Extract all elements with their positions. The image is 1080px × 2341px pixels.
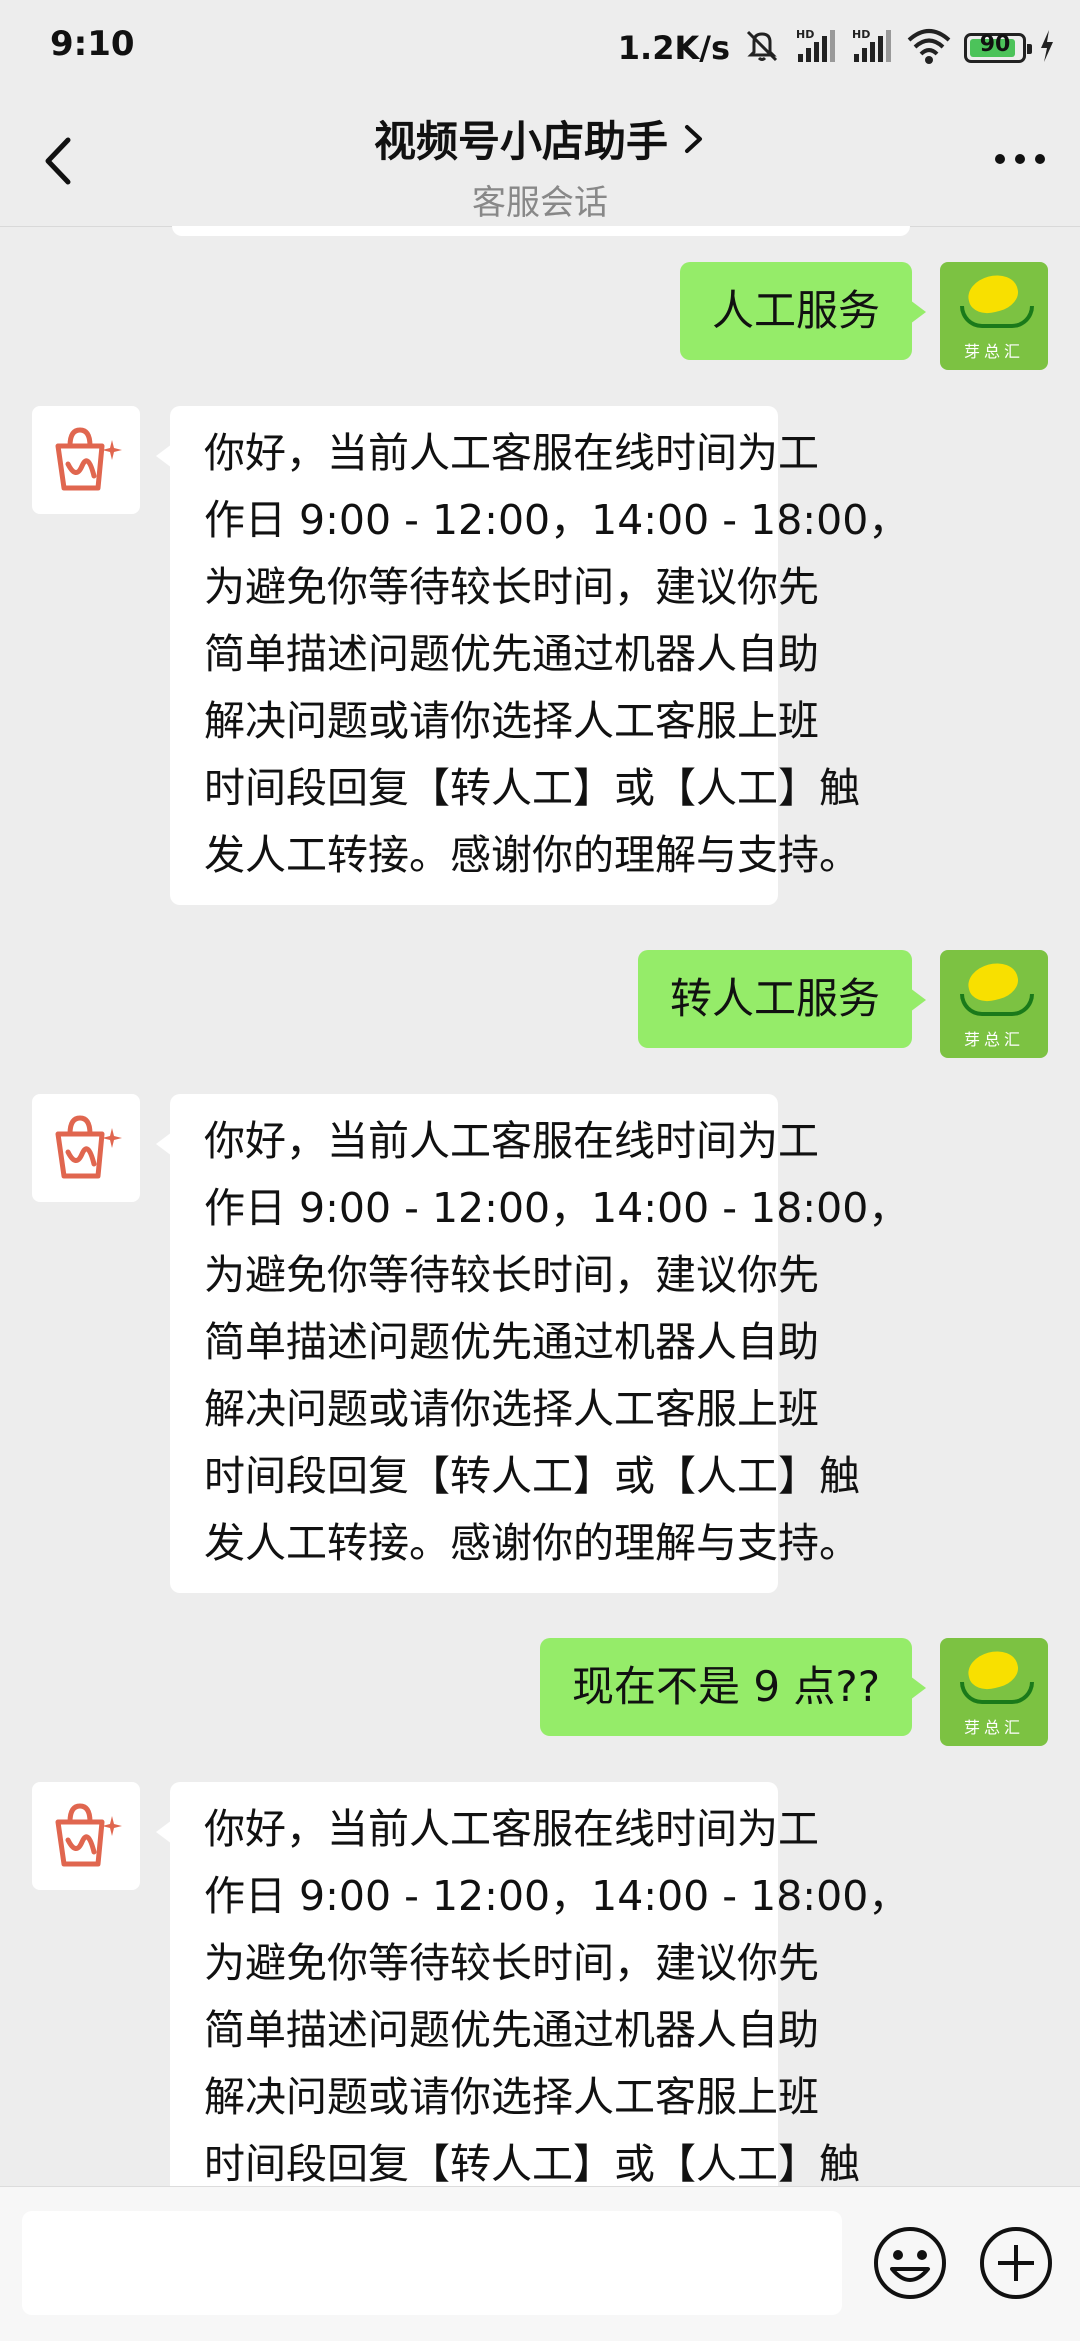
bot-message-bubble[interactable]: 你好，当前人工客服在线时间为工 作日 9:00 - 12:00，14:00 - … — [156, 1782, 910, 2186]
message-line: 发人工转接。感谢你的理解与支持。 — [204, 831, 860, 879]
message-line: 为避免你等待较长时间，建议你先 — [204, 1939, 819, 1987]
chat-header: 视频号小店助手 客服会话 — [0, 96, 1080, 227]
message-line: 解决问题或请你选择人工客服上班 — [204, 697, 819, 745]
bot-message-bubble[interactable]: 你好，当前人工客服在线时间为工 作日 9:00 - 12:00，14:00 - … — [156, 406, 910, 905]
header-title-group: 视频号小店助手 客服会话 — [0, 108, 1080, 224]
hd-label-1: HD — [796, 28, 814, 41]
chat-subtitle: 客服会话 — [472, 183, 608, 223]
battery-level: 90 — [979, 32, 1011, 57]
message-row-bot: 你好，当前人工客服在线时间为工 作日 9:00 - 12:00，14:00 - … — [32, 406, 910, 905]
user-message-bubble[interactable]: 现在不是 9 点?? — [539, 1638, 927, 1737]
message-line: 时间段回复【转人工】或【人工】触 — [204, 2140, 860, 2186]
user-avatar[interactable]: 芽总汇 — [940, 1638, 1048, 1746]
message-line: 时间段回复【转人工】或【人工】触 — [204, 1452, 860, 1500]
shop-bag-icon — [55, 427, 122, 491]
message-row-user: 转人工服务 芽总汇 — [637, 950, 1048, 1058]
status-time: 9:10 — [50, 24, 135, 64]
user-avatar-label: 芽总汇 — [963, 342, 1024, 361]
message-line: 简单描述问题优先通过机器人自助 — [204, 2006, 819, 2054]
signal-hd-icon-2: HD — [850, 26, 894, 70]
chevron-right-icon — [685, 124, 702, 153]
message-line: 时间段回复【转人工】或【人工】触 — [204, 764, 860, 812]
message-line: 为避免你等待较长时间，建议你先 — [204, 563, 819, 611]
bot-avatar[interactable] — [32, 406, 140, 514]
message-line: 为避免你等待较长时间，建议你先 — [204, 1251, 819, 1299]
smiley-icon — [874, 2227, 946, 2299]
message-line: 作日 9:00 - 12:00，14:00 - 18:00， — [204, 1184, 910, 1232]
plus-circle-icon — [980, 2227, 1052, 2299]
charging-icon — [1038, 28, 1056, 68]
message-line: 作日 9:00 - 12:00，14:00 - 18:00， — [204, 1872, 910, 1920]
more-dots-icon — [995, 154, 1045, 164]
message-row-bot: 你好，当前人工客服在线时间为工 作日 9:00 - 12:00，14:00 - … — [32, 1094, 910, 1593]
bot-avatar[interactable] — [32, 1094, 140, 1202]
message-input[interactable] — [22, 2211, 842, 2315]
message-line: 发人工转接。感谢你的理解与支持。 — [204, 1519, 860, 1567]
user-avatar[interactable]: 芽总汇 — [940, 262, 1048, 370]
chat-title: 视频号小店助手 — [373, 117, 668, 166]
message-line: 简单描述问题优先通过机器人自助 — [204, 1318, 819, 1366]
message-row-user: 现在不是 9 点?? 芽总汇 — [539, 1638, 1048, 1746]
message-line: 简单描述问题优先通过机器人自助 — [204, 630, 819, 678]
more-options-button[interactable] — [988, 134, 1052, 184]
status-bar: 9:10 1.2K/s HD HD 90 — [0, 0, 1080, 96]
message-line: 作日 9:00 - 12:00，14:00 - 18:00， — [204, 496, 910, 544]
message-line: 你好，当前人工客服在线时间为工 — [204, 429, 819, 477]
hd-label-2: HD — [852, 28, 870, 41]
chat-title-link[interactable]: 视频号小店助手 — [374, 108, 706, 169]
previous-message-bubble — [172, 226, 910, 236]
shop-bag-icon — [55, 1115, 122, 1179]
shop-bag-icon — [55, 1803, 122, 1867]
emoji-button[interactable] — [870, 2223, 950, 2303]
message-line: 你好，当前人工客服在线时间为工 — [204, 1805, 819, 1853]
mute-icon — [742, 26, 782, 70]
status-icons: 1.2K/s HD HD 90 — [618, 22, 1056, 74]
bot-message-bubble[interactable]: 你好，当前人工客服在线时间为工 作日 9:00 - 12:00，14:00 - … — [156, 1094, 910, 1593]
message-line: 解决问题或请你选择人工客服上班 — [204, 1385, 819, 1433]
battery-icon: 90 — [964, 32, 1032, 63]
message-row-user: 人工服务 芽总汇 — [679, 262, 1048, 370]
signal-hd-icon-1: HD — [794, 26, 838, 70]
message-row-bot: 你好，当前人工客服在线时间为工 作日 9:00 - 12:00，14:00 - … — [32, 1782, 910, 2186]
bot-avatar[interactable] — [32, 1782, 140, 1890]
user-message-bubble[interactable]: 人工服务 — [679, 262, 927, 361]
chat-message-list[interactable]: 人工服务 芽总汇 你好，当前人工客服在线时间为工 作日 9:00 - 12:00… — [0, 226, 1080, 2186]
more-actions-button[interactable] — [976, 2223, 1056, 2303]
user-avatar[interactable]: 芽总汇 — [940, 950, 1048, 1058]
network-speed: 1.2K/s — [617, 29, 730, 67]
input-bar — [0, 2186, 1080, 2341]
user-message-bubble[interactable]: 转人工服务 — [637, 950, 927, 1049]
message-line: 你好，当前人工客服在线时间为工 — [204, 1117, 819, 1165]
user-avatar-label: 芽总汇 — [963, 1718, 1024, 1737]
message-line: 解决问题或请你选择人工客服上班 — [204, 2073, 819, 2121]
wifi-icon — [906, 26, 952, 70]
user-avatar-label: 芽总汇 — [963, 1030, 1024, 1049]
